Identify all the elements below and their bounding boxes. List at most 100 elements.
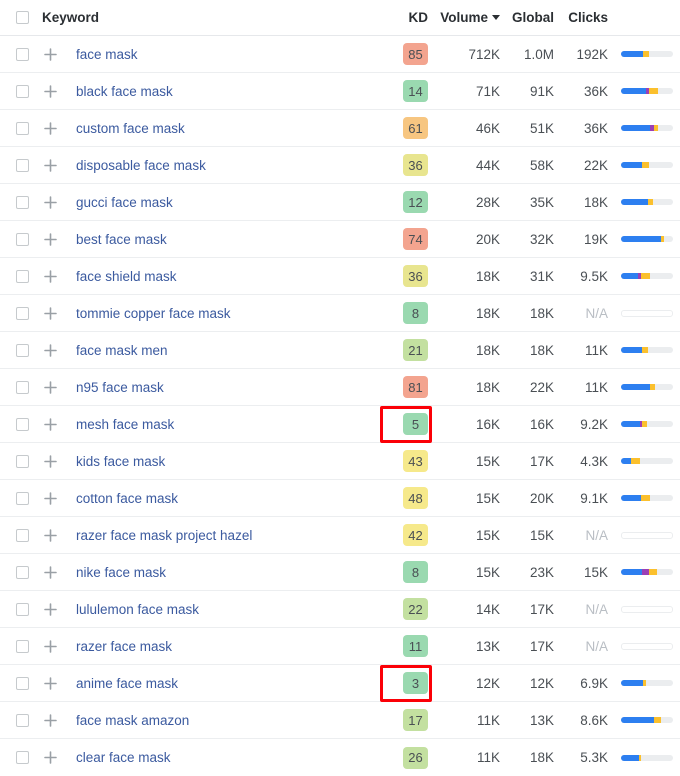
add-keyword-button[interactable] [40, 232, 60, 246]
row-select-cell[interactable] [0, 121, 40, 135]
row-checkbox[interactable] [16, 306, 29, 320]
keyword-link[interactable]: clear face mask [76, 750, 171, 765]
row-select-cell[interactable] [0, 306, 40, 320]
row-select-cell[interactable] [0, 528, 40, 542]
row-select-cell[interactable] [0, 602, 40, 616]
add-keyword-button[interactable] [40, 47, 60, 61]
add-keyword-button[interactable] [40, 676, 60, 690]
keyword-link[interactable]: lululemon face mask [76, 602, 199, 617]
table-row[interactable]: face mask amazon 17 11K 13K 8.6K [0, 702, 680, 739]
table-row[interactable]: custom face mask 61 46K 51K 36K [0, 110, 680, 147]
table-row[interactable]: n95 face mask 81 18K 22K 11K [0, 369, 680, 406]
add-keyword-button[interactable] [40, 343, 60, 357]
row-checkbox[interactable] [16, 713, 29, 727]
keyword-link[interactable]: cotton face mask [76, 491, 178, 506]
row-checkbox[interactable] [16, 380, 29, 394]
row-checkbox[interactable] [16, 639, 29, 653]
keyword-link[interactable]: anime face mask [76, 676, 178, 691]
column-header-kd[interactable]: KD [390, 10, 436, 25]
table-row[interactable]: tommie copper face mask 8 18K 18K N/A [0, 295, 680, 332]
table-row[interactable]: lululemon face mask 22 14K 17K N/A [0, 591, 680, 628]
table-row[interactable]: cotton face mask 48 15K 20K 9.1K [0, 480, 680, 517]
add-keyword-button[interactable] [40, 380, 60, 394]
row-checkbox[interactable] [16, 121, 29, 135]
table-row[interactable]: kids face mask 43 15K 17K 4.3K [0, 443, 680, 480]
row-select-cell[interactable] [0, 380, 40, 394]
keyword-link[interactable]: face shield mask [76, 269, 177, 284]
row-checkbox[interactable] [16, 232, 29, 246]
add-keyword-button[interactable] [40, 602, 60, 616]
table-row[interactable]: disposable face mask 36 44K 58K 22K [0, 147, 680, 184]
table-row[interactable]: anime face mask 3 12K 12K 6.9K [0, 665, 680, 702]
keyword-link[interactable]: face mask amazon [76, 713, 189, 728]
row-checkbox[interactable] [16, 84, 29, 98]
column-header-volume[interactable]: Volume [436, 10, 502, 25]
keyword-link[interactable]: razer face mask [76, 639, 172, 654]
keyword-link[interactable]: gucci face mask [76, 195, 173, 210]
column-header-global[interactable]: Global [502, 10, 554, 25]
row-checkbox[interactable] [16, 602, 29, 616]
add-keyword-button[interactable] [40, 306, 60, 320]
add-keyword-button[interactable] [40, 639, 60, 653]
keyword-link[interactable]: custom face mask [76, 121, 185, 136]
row-select-cell[interactable] [0, 417, 40, 431]
add-keyword-button[interactable] [40, 528, 60, 542]
row-checkbox[interactable] [16, 47, 29, 61]
add-keyword-button[interactable] [40, 565, 60, 579]
keyword-link[interactable]: razer face mask project hazel [76, 528, 252, 543]
row-checkbox[interactable] [16, 343, 29, 357]
row-select-cell[interactable] [0, 639, 40, 653]
row-checkbox[interactable] [16, 528, 29, 542]
select-all-cell[interactable] [0, 11, 40, 24]
add-keyword-button[interactable] [40, 454, 60, 468]
add-keyword-button[interactable] [40, 121, 60, 135]
keyword-link[interactable]: nike face mask [76, 565, 166, 580]
row-checkbox[interactable] [16, 676, 29, 690]
column-header-keyword[interactable]: Keyword [40, 10, 390, 25]
table-row[interactable]: clear face mask 26 11K 18K 5.3K [0, 739, 680, 776]
table-row[interactable]: black face mask 14 71K 91K 36K [0, 73, 680, 110]
row-checkbox[interactable] [16, 565, 29, 579]
select-all-checkbox[interactable] [16, 11, 29, 24]
keyword-link[interactable]: n95 face mask [76, 380, 164, 395]
row-select-cell[interactable] [0, 158, 40, 172]
table-row[interactable]: face shield mask 36 18K 31K 9.5K [0, 258, 680, 295]
row-select-cell[interactable] [0, 713, 40, 727]
add-keyword-button[interactable] [40, 195, 60, 209]
keyword-link[interactable]: disposable face mask [76, 158, 206, 173]
add-keyword-button[interactable] [40, 713, 60, 727]
row-select-cell[interactable] [0, 751, 40, 764]
row-select-cell[interactable] [0, 47, 40, 61]
keyword-link[interactable]: face mask [76, 47, 138, 62]
add-keyword-button[interactable] [40, 269, 60, 283]
row-checkbox[interactable] [16, 417, 29, 431]
table-row[interactable]: razer face mask project hazel 42 15K 15K N/A [0, 517, 680, 554]
row-checkbox[interactable] [16, 195, 29, 209]
table-row[interactable]: gucci face mask 12 28K 35K 18K [0, 184, 680, 221]
table-row[interactable]: best face mask 74 20K 32K 19K [0, 221, 680, 258]
keyword-link[interactable]: tommie copper face mask [76, 306, 231, 321]
keyword-link[interactable]: black face mask [76, 84, 173, 99]
row-checkbox[interactable] [16, 491, 29, 505]
column-header-clicks[interactable]: Clicks [554, 10, 608, 25]
row-select-cell[interactable] [0, 491, 40, 505]
table-row[interactable]: nike face mask 8 15K 23K 15K [0, 554, 680, 591]
add-keyword-button[interactable] [40, 417, 60, 431]
row-checkbox[interactable] [16, 269, 29, 283]
table-row[interactable]: face mask men 21 18K 18K 11K [0, 332, 680, 369]
table-row[interactable]: razer face mask 11 13K 17K N/A [0, 628, 680, 665]
row-select-cell[interactable] [0, 195, 40, 209]
add-keyword-button[interactable] [40, 751, 60, 764]
row-checkbox[interactable] [16, 158, 29, 172]
row-select-cell[interactable] [0, 269, 40, 283]
row-select-cell[interactable] [0, 343, 40, 357]
table-row[interactable]: face mask 85 712K 1.0M 192K [0, 36, 680, 73]
row-select-cell[interactable] [0, 232, 40, 246]
row-select-cell[interactable] [0, 676, 40, 690]
add-keyword-button[interactable] [40, 491, 60, 505]
keyword-link[interactable]: best face mask [76, 232, 167, 247]
row-select-cell[interactable] [0, 565, 40, 579]
keyword-link[interactable]: mesh face mask [76, 417, 174, 432]
add-keyword-button[interactable] [40, 84, 60, 98]
table-row[interactable]: mesh face mask 5 16K 16K 9.2K [0, 406, 680, 443]
